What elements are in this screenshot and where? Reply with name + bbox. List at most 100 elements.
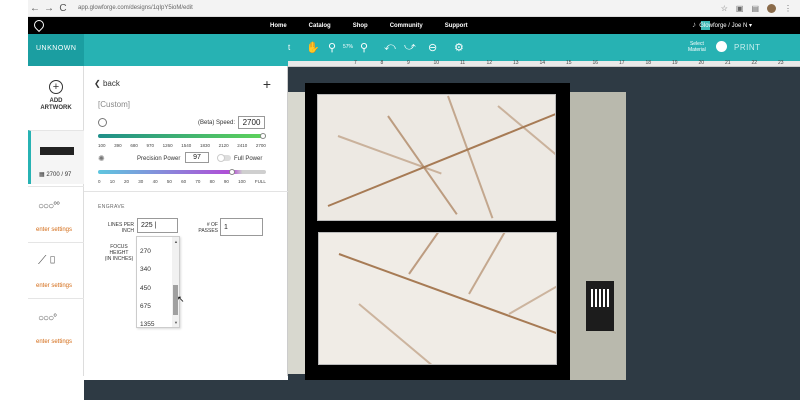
- add-artwork-button[interactable]: + ADD ARTWORK: [28, 80, 84, 112]
- scale-tick-label: 30: [138, 179, 144, 184]
- preset-name: [Custom]: [98, 100, 131, 109]
- engrave-section-title: ENGRAVE: [98, 204, 125, 210]
- sidebar-bottom: [28, 376, 84, 400]
- enter-settings-link[interactable]: enter settings: [36, 339, 72, 345]
- focus-height-label: FOCUS HEIGHT (IN INCHES): [104, 244, 134, 262]
- artwork-thumb-circles[interactable]: ○○○°° enter settings: [28, 186, 84, 240]
- artwork-settings-value: 2700 / 97: [46, 172, 72, 178]
- extension-icon-2[interactable]: ▤: [751, 4, 759, 13]
- dropdown-option[interactable]: 340: [140, 266, 151, 273]
- lines-per-inch-label: LINES PER INCH: [107, 222, 134, 234]
- ruler-tick-label: 12: [486, 60, 493, 66]
- lines-per-inch-select[interactable]: 225 |: [137, 218, 178, 233]
- mouse-cursor-icon: ↖: [177, 294, 185, 304]
- settings-gear-icon[interactable]: ⚙: [454, 41, 464, 54]
- ruler-tick-label: 20: [698, 60, 705, 66]
- artwork-thumb-circles-2[interactable]: ○○○° enter settings: [28, 298, 84, 352]
- speed-gauge-icon: [98, 118, 107, 127]
- artwork-thumb-ruler[interactable]: ▦ 2700 / 97: [28, 130, 84, 184]
- engraved-leaf-top[interactable]: [317, 94, 556, 221]
- scale-tick-label: FULL: [254, 179, 266, 184]
- design-name[interactable]: UNKNOWN: [36, 45, 76, 52]
- enter-settings-link[interactable]: enter settings: [36, 227, 72, 233]
- nav-link-shop[interactable]: Shop: [353, 23, 368, 29]
- url-field[interactable]: app.glowforge.com/designs/1qIpY5ioM/edit: [78, 5, 193, 11]
- back-link[interactable]: ❮ back: [94, 79, 120, 88]
- more-options-icon[interactable]: ⊖: [428, 41, 437, 54]
- speed-slider-handle[interactable]: [260, 133, 266, 139]
- undo-icon[interactable]: ⤺: [384, 41, 396, 54]
- full-power-toggle[interactable]: [217, 154, 231, 162]
- sun-icon: ✺: [98, 154, 105, 163]
- ruler-tick-label: 21: [725, 60, 731, 66]
- ruler-tick-label: 8: [380, 60, 384, 66]
- ruler-tick-label: 16: [592, 60, 599, 66]
- power-input[interactable]: 97: [185, 152, 209, 163]
- zoom-in-icon[interactable]: ⚲: [360, 41, 368, 54]
- back-label: back: [102, 79, 120, 88]
- scale-tick-label: 50: [166, 179, 172, 184]
- scale-tick-label: 1260: [162, 143, 173, 148]
- add-setting-button[interactable]: +: [263, 76, 271, 92]
- artwork-settings-summary: ▦ 2700 / 97: [39, 172, 72, 178]
- ruler-tick-label: 7: [354, 60, 357, 66]
- scroll-up-arrow-icon[interactable]: ▲: [174, 239, 178, 244]
- profile-avatar[interactable]: [767, 3, 776, 13]
- scale-tick-label: 680: [130, 143, 138, 148]
- scroll-down-arrow-icon[interactable]: ▼: [174, 320, 178, 325]
- dropdown-option[interactable]: 270: [140, 248, 151, 255]
- artwork-thumb-line[interactable]: ⟋ ▯ enter settings: [28, 242, 84, 296]
- scale-tick-label: 0: [98, 179, 101, 184]
- notification-bell-icon[interactable]: ♪: [692, 20, 696, 29]
- engraved-leaf-bottom[interactable]: [318, 232, 557, 365]
- menu-dots-icon[interactable]: ⋮: [784, 4, 792, 13]
- hand-icon[interactable]: ✋: [306, 41, 320, 54]
- top-nav-links: Home Catalog Shop Community Support: [270, 17, 468, 34]
- speed-scale: 100 390 680 970 1260 1540 1830 2120 2410 2700: [98, 143, 266, 148]
- scale-tick-label: 80: [209, 179, 215, 184]
- dropdown-option[interactable]: 1355: [140, 321, 154, 327]
- enter-settings-link[interactable]: enter settings: [36, 283, 72, 289]
- scale-tick-label: 2700: [255, 143, 266, 148]
- dropdown-option[interactable]: 225: [140, 237, 151, 239]
- circles-artwork-icon: ○○○°°: [38, 201, 60, 212]
- speed-input[interactable]: 2700: [238, 116, 265, 129]
- browser-forward-button[interactable]: →: [42, 3, 56, 14]
- power-slider-handle[interactable]: [228, 169, 235, 175]
- nav-link-catalog[interactable]: Catalog: [309, 23, 331, 29]
- scale-tick-label: 2120: [218, 143, 229, 148]
- power-slider[interactable]: [98, 170, 266, 174]
- star-icon[interactable]: ☆: [721, 4, 728, 13]
- ruler-tick-label: 19: [672, 60, 678, 66]
- ruler-tick-label: 23: [778, 60, 784, 66]
- extension-icon[interactable]: ▣: [736, 4, 744, 13]
- scale-tick-label: 2410: [237, 143, 248, 148]
- dropdown-option[interactable]: 450: [140, 285, 151, 292]
- dropdown-option[interactable]: 675: [140, 303, 151, 310]
- material-toggle[interactable]: [716, 41, 727, 52]
- scale-tick-label: 390: [114, 143, 122, 148]
- leaf-vein: [358, 303, 452, 364]
- print-button[interactable]: PRINT: [734, 43, 761, 52]
- browser-reload-button[interactable]: C: [56, 3, 70, 14]
- scale-tick-label: 1830: [199, 143, 210, 148]
- nav-link-community[interactable]: Community: [390, 23, 423, 29]
- speed-slider[interactable]: [98, 134, 266, 138]
- user-menu[interactable]: Glowforge / Joe N ▾: [699, 22, 752, 29]
- lpi-dropdown-list[interactable]: 225 270 340 450 675 1355 ▲ ▼: [136, 236, 180, 328]
- scale-tick-label: 100: [238, 179, 246, 184]
- select-material-label[interactable]: Select Material: [688, 41, 706, 53]
- scale-tick-label: 1540: [181, 143, 192, 148]
- passes-input[interactable]: 1: [220, 218, 263, 236]
- redo-icon[interactable]: ⤻: [404, 41, 416, 54]
- nav-link-home[interactable]: Home: [270, 23, 287, 29]
- bed-camera-canvas[interactable]: [288, 67, 800, 382]
- scale-tick-label: 100: [98, 143, 106, 148]
- glowforge-logo-icon[interactable]: [31, 17, 47, 33]
- nav-link-support[interactable]: Support: [445, 23, 468, 29]
- browser-back-button[interactable]: ←: [28, 3, 42, 14]
- edge-marker: t: [288, 43, 291, 52]
- ruler-tick-label: 11: [460, 60, 466, 66]
- add-artwork-label: ADD ARTWORK: [40, 98, 72, 111]
- zoom-out-icon[interactable]: ⚲: [328, 41, 336, 54]
